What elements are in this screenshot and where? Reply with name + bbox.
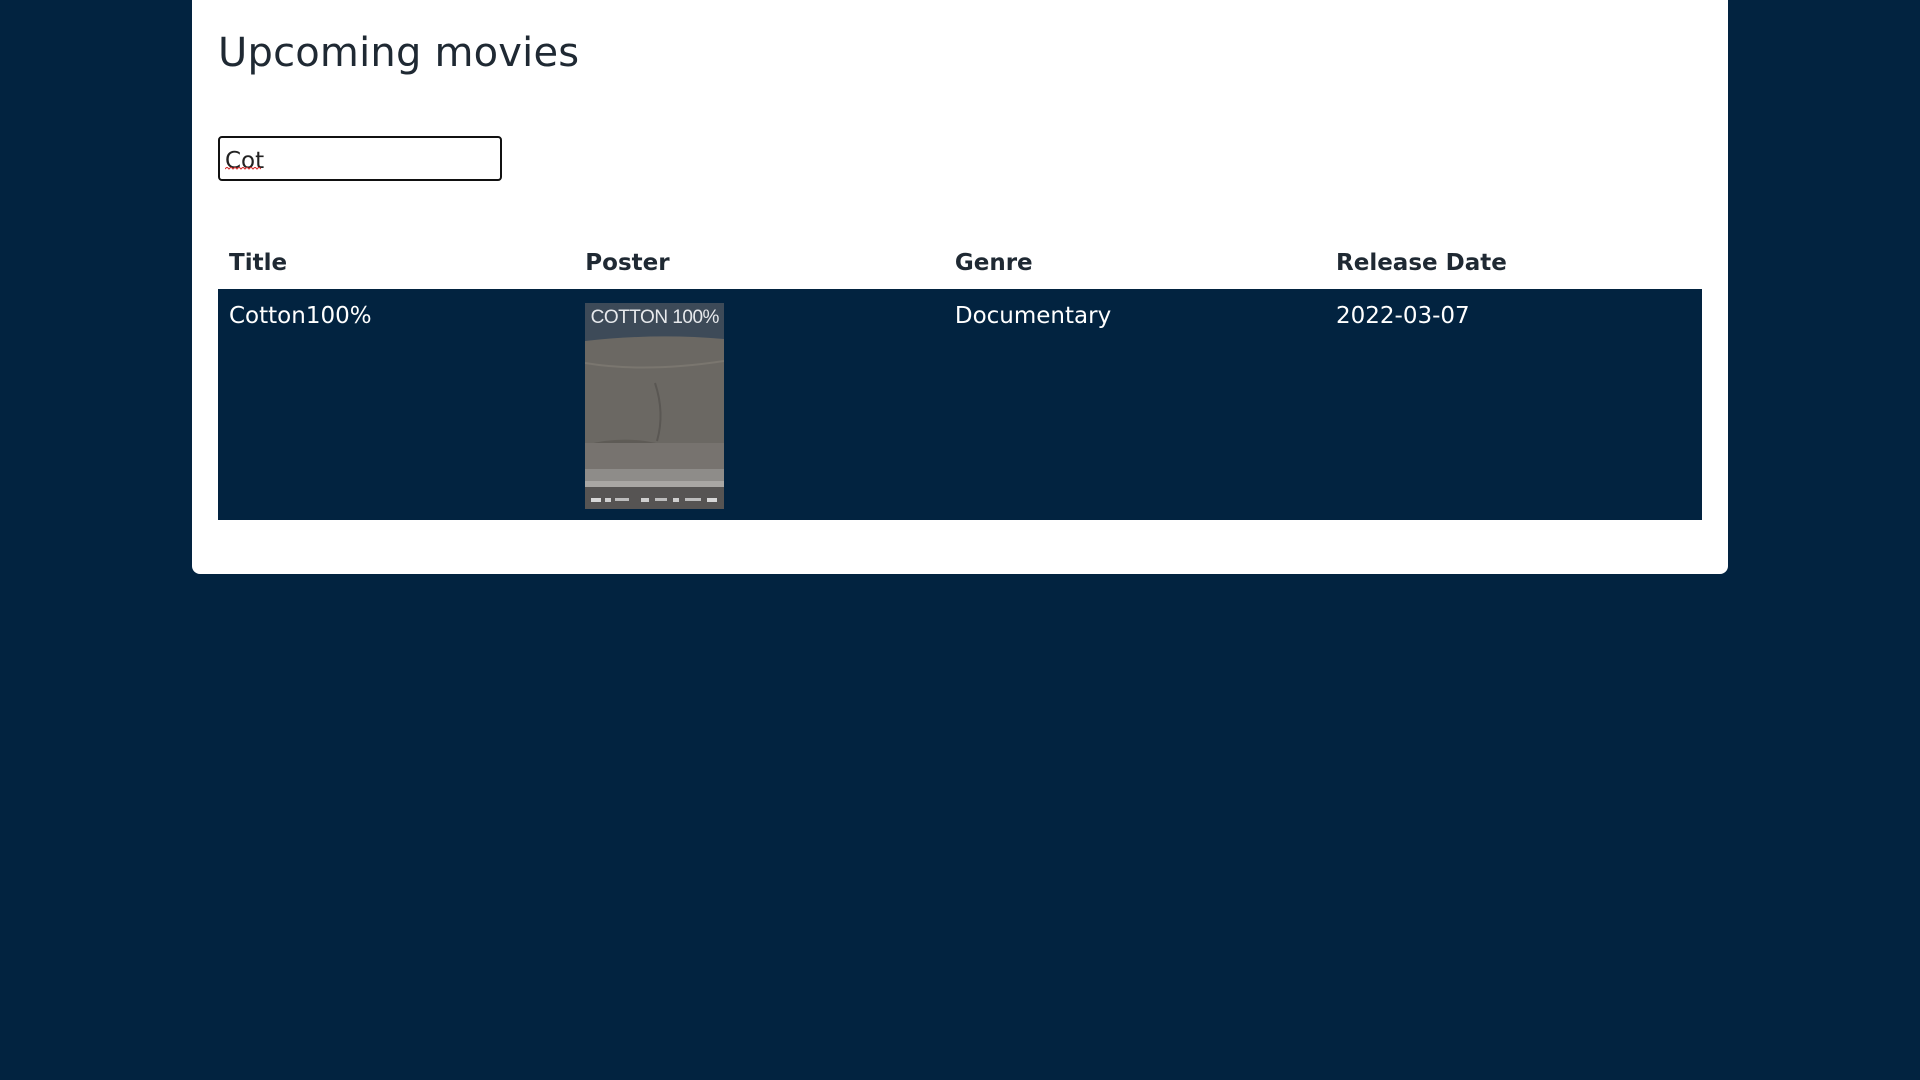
content-card: Upcoming movies Title Poster Genre Relea… — [192, 0, 1728, 574]
spellcheck-underline — [225, 167, 261, 170]
poster-artwork — [585, 303, 725, 509]
column-header-release-date: Release Date — [1336, 249, 1507, 276]
poster-caption: COTTON 100% — [590, 307, 720, 328]
page-title: Upcoming movies — [218, 30, 580, 76]
column-header-genre: Genre — [954, 249, 1033, 276]
search-wrapper — [218, 136, 502, 181]
column-header-poster: Poster — [585, 249, 670, 276]
search-input[interactable] — [218, 136, 502, 181]
cell-genre: Documentary — [943, 289, 1326, 520]
column-header-title: Title — [229, 249, 288, 276]
cell-poster: COTTON 100% — [574, 289, 944, 520]
table-row[interactable]: Cotton100% COTTON 100% Documentary 2022-… — [218, 289, 1702, 520]
cell-title: Cotton100% — [218, 289, 575, 520]
table-header-row: Title Poster Genre Release Date — [218, 236, 1702, 289]
movies-table: Title Poster Genre Release Date Cotton10… — [218, 236, 1702, 520]
cell-release-date: 2022-03-07 — [1325, 289, 1702, 520]
movie-poster-image: COTTON 100% — [585, 303, 725, 509]
